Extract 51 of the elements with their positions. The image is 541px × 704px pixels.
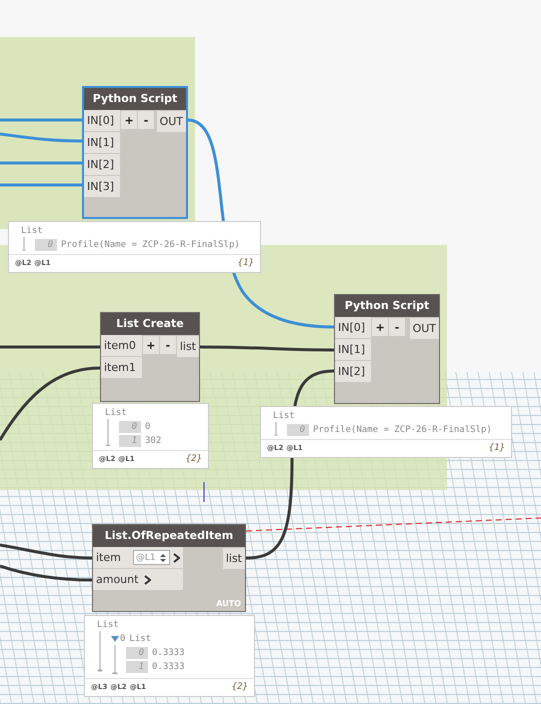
- index-tag: 0: [126, 646, 148, 658]
- spinner-icon[interactable]: [158, 552, 167, 562]
- node-card[interactable]: Python Script IN[0] IN[1] IN[2] IN[3] + - OUT: [82, 86, 188, 219]
- index-tag: 0: [119, 420, 141, 432]
- list-index: 0: [120, 634, 126, 644]
- add-input-button[interactable]: +: [142, 336, 159, 354]
- output-port[interactable]: OUT: [410, 318, 439, 339]
- lacing-mode-label: AUTO: [216, 599, 241, 608]
- remove-input-button[interactable]: -: [389, 318, 406, 336]
- item-count: {1}: [488, 443, 505, 453]
- list-label: List: [129, 634, 152, 644]
- index-tag: 0: [35, 238, 57, 250]
- list-label: List: [97, 619, 120, 631]
- remove-input-button[interactable]: -: [138, 111, 154, 129]
- list-bracket-icon: [21, 237, 27, 251]
- index-tag: 1: [126, 660, 148, 672]
- expand-triangle-icon[interactable]: [111, 636, 119, 642]
- node-title: List Create: [101, 313, 199, 335]
- list-bracket-icon: [105, 419, 111, 447]
- node-card[interactable]: List.OfRepeatedItem item @L1 amount list AUTO: [92, 524, 246, 612]
- input-port[interactable]: item: [93, 547, 124, 568]
- output-port[interactable]: list: [222, 548, 245, 569]
- list-value: 0.3333: [152, 648, 185, 658]
- node-card[interactable]: List Create item0 item1 + - list: [100, 312, 200, 402]
- node-title: Python Script: [84, 88, 186, 110]
- list-label: List: [21, 225, 44, 237]
- list-value: 0: [145, 422, 150, 432]
- remove-input-button[interactable]: -: [160, 336, 176, 354]
- node-card[interactable]: Python Script IN[0] IN[1] IN[2] + - OUT: [334, 294, 440, 404]
- chevron-icon: [144, 574, 152, 584]
- chevron-icon: [172, 552, 180, 562]
- list-value: Profile(Name = ZCP-26-R-FinalSlp): [61, 240, 240, 250]
- item-count: {1}: [238, 258, 254, 268]
- output-port[interactable]: list: [176, 336, 199, 357]
- list-value: 0.3333: [152, 662, 185, 672]
- list-value: Profile(Name = ZCP-26-R-FinalSlp): [313, 424, 492, 434]
- list-label: List: [105, 407, 128, 419]
- index-tag: 0: [287, 424, 309, 436]
- add-input-button[interactable]: +: [121, 111, 138, 129]
- list-value: 302: [145, 436, 162, 446]
- list-bracket-icon: [273, 422, 279, 436]
- add-input-button[interactable]: +: [372, 318, 388, 336]
- index-tag: 1: [119, 434, 141, 446]
- output-port[interactable]: OUT: [156, 111, 186, 132]
- list-bracket-icon: [97, 631, 103, 673]
- node-title: Python Script: [335, 295, 439, 317]
- node-title: List.OfRepeatedItem: [93, 525, 245, 547]
- list-label: List: [273, 410, 296, 422]
- list-bracket-icon: [112, 645, 118, 675]
- item-count: {2}: [232, 682, 248, 692]
- item-count: {2}: [186, 454, 202, 464]
